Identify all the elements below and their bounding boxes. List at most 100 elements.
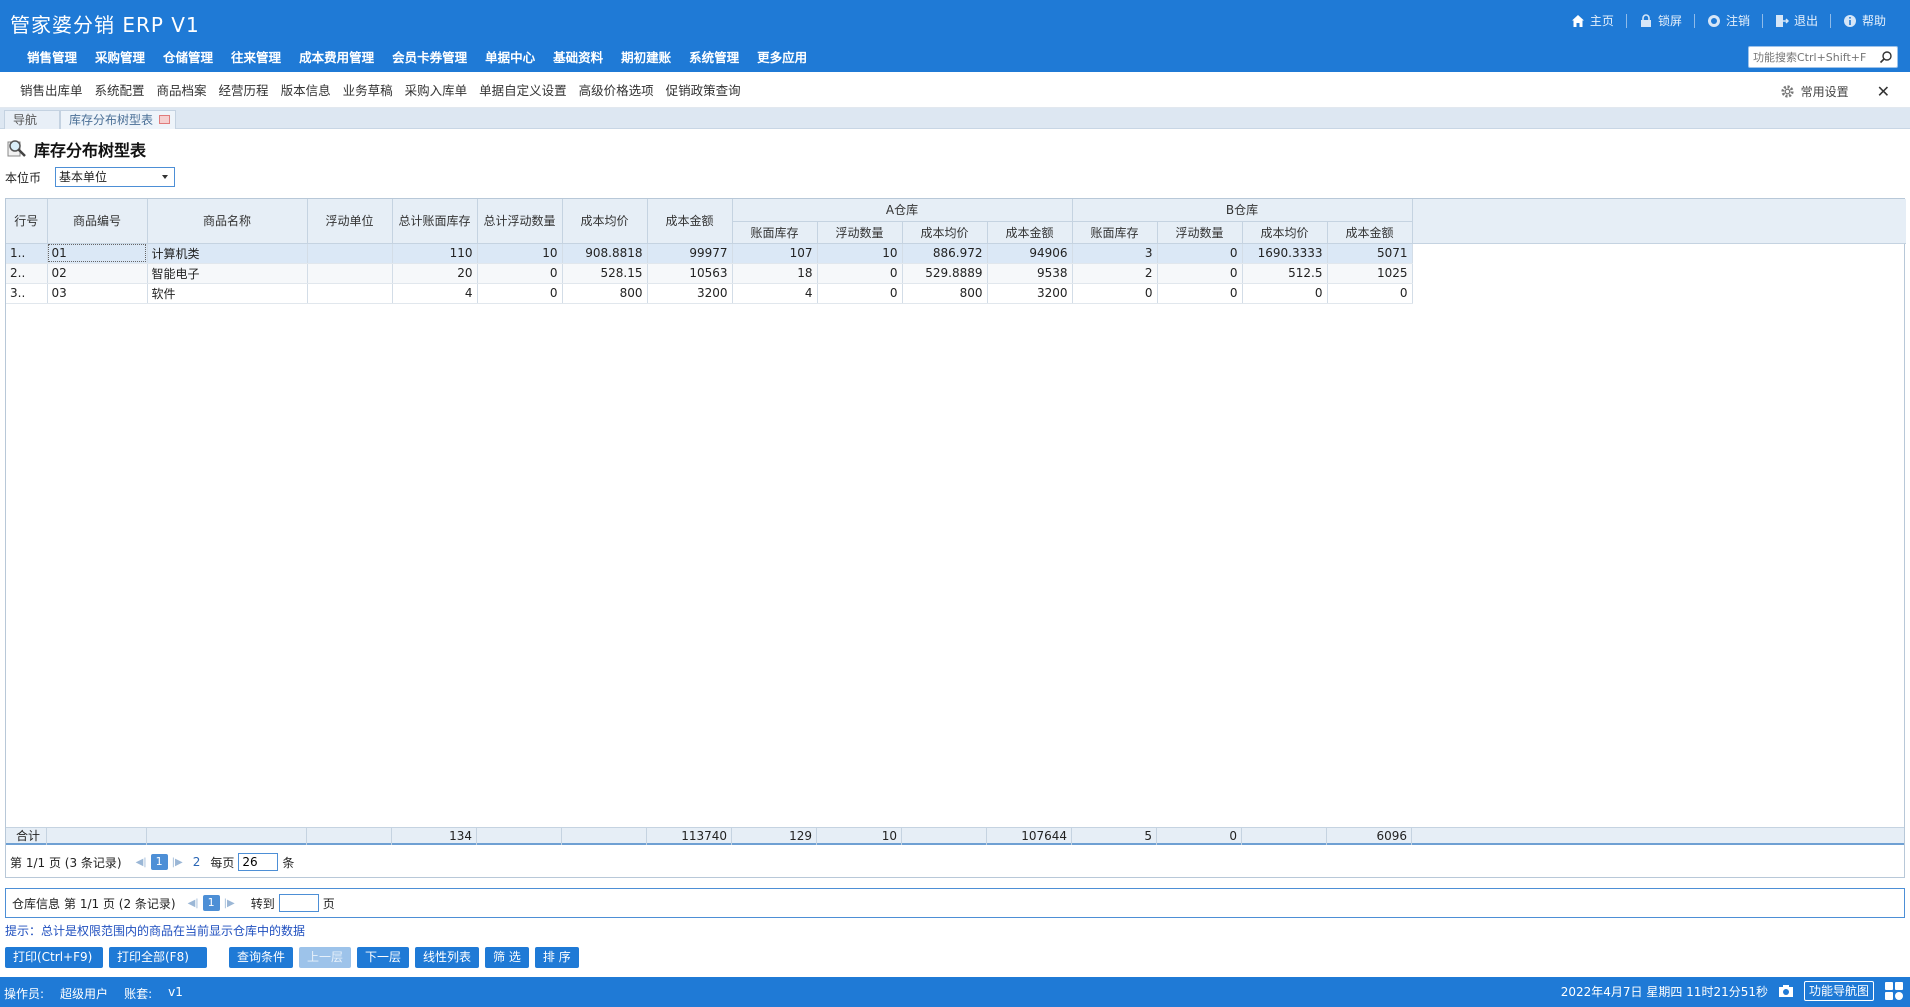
cell-a-avg[interactable]: 886.972 [902,243,988,264]
up-level-button[interactable]: 上一层 [299,947,352,968]
menu-cost[interactable]: 成本费用管理 [290,48,383,68]
first-page-icon[interactable]: ◀| [188,898,199,909]
cell-b-stock[interactable]: 3 [1072,243,1158,264]
cell-a-float[interactable]: 0 [817,283,903,304]
grid-apps-icon[interactable] [1884,981,1904,1001]
col-header-row-no[interactable]: 行号 [6,199,48,244]
menu-member[interactable]: 会员卡券管理 [383,48,476,68]
col-header-total-float[interactable]: 总计浮动数量 [477,199,563,244]
cell-a-float[interactable]: 0 [817,263,903,284]
search-icon[interactable] [1879,50,1893,64]
lock-screen-button[interactable]: 锁屏 [1627,12,1694,29]
cell-a-amount[interactable]: 94906 [987,243,1073,264]
quick-link-doc-custom[interactable]: 单据自定义设置 [473,80,573,99]
cell-float-unit[interactable] [307,283,393,304]
close-icon[interactable]: ✕ [1877,82,1890,101]
cell-b-float[interactable]: 0 [1157,263,1243,284]
cell-a-stock[interactable]: 4 [732,283,818,304]
goto-page-input[interactable] [278,894,319,912]
menu-sales[interactable]: 销售管理 [18,48,86,68]
cell-b-avg[interactable]: 0 [1242,283,1328,304]
cell-total-float[interactable]: 0 [477,283,563,304]
pager-page-2[interactable]: 2 [193,855,201,869]
exit-button[interactable]: 退出 [1763,12,1830,29]
home-button[interactable]: 主页 [1559,12,1626,29]
menu-initial[interactable]: 期初建账 [612,48,680,68]
col-header-cost-amount[interactable]: 成本金额 [647,199,733,244]
cell-cost-amount[interactable]: 3200 [647,283,733,304]
cell-total-stock[interactable]: 20 [392,263,478,284]
cell-avg-cost[interactable]: 908.8818 [562,243,648,264]
cell-code[interactable]: 03 [47,283,148,304]
cell-total-stock[interactable]: 4 [392,283,478,304]
menu-system[interactable]: 系统管理 [680,48,748,68]
menu-more[interactable]: 更多应用 [748,48,816,68]
gear-icon[interactable] [1780,84,1795,99]
first-page-icon[interactable]: ◀| [136,857,147,868]
quick-link-promotion[interactable]: 促销政策查询 [660,80,747,99]
table-row[interactable]: 3.. 03 软件 4 0 800 3200 4 0 800 3200 0 0 … [6,283,1413,304]
col-header-b-float[interactable]: 浮动数量 [1157,221,1243,244]
col-header-a-amount[interactable]: 成本金额 [987,221,1073,244]
cell-a-amount[interactable]: 3200 [987,283,1073,304]
cell-avg-cost[interactable]: 800 [562,283,648,304]
col-header-a-float[interactable]: 浮动数量 [817,221,903,244]
cell-b-stock[interactable]: 0 [1072,283,1158,304]
tab-close-icon[interactable] [159,115,170,124]
query-conditions-button[interactable]: 查询条件 [229,947,294,968]
col-header-b-avg[interactable]: 成本均价 [1242,221,1328,244]
quick-settings-label[interactable]: 常用设置 [1801,83,1849,100]
col-header-float-unit[interactable]: 浮动单位 [307,199,393,244]
col-header-a-avg[interactable]: 成本均价 [902,221,988,244]
last-page-icon[interactable]: |▶ [224,898,235,909]
cell-name[interactable]: 软件 [147,283,308,304]
logout-button[interactable]: 注销 [1695,12,1762,29]
menu-documents[interactable]: 单据中心 [476,48,544,68]
col-header-total-stock[interactable]: 总计账面库存 [392,199,478,244]
cell-avg-cost[interactable]: 528.15 [562,263,648,284]
cell-name[interactable]: 计算机类 [147,243,308,264]
menu-storage[interactable]: 仓储管理 [154,48,222,68]
warehouse-current-page[interactable]: 1 [202,895,220,911]
cell-total-stock[interactable]: 110 [392,243,478,264]
quick-link-history[interactable]: 经营历程 [213,80,275,99]
print-button[interactable]: 打印(Ctrl+F9) [5,947,103,968]
cell-cost-amount[interactable]: 99977 [647,243,733,264]
print-all-button[interactable]: 打印全部(F8) [109,947,207,968]
cell-a-amount[interactable]: 9538 [987,263,1073,284]
quick-link-system-config[interactable]: 系统配置 [89,80,151,99]
cell-a-avg[interactable]: 800 [902,283,988,304]
pager-current-page[interactable]: 1 [150,854,168,870]
menu-basic-data[interactable]: 基础资料 [544,48,612,68]
cell-b-amount[interactable]: 1025 [1327,263,1413,284]
last-page-icon[interactable]: |▶ [172,857,183,868]
quick-link-purchase-in[interactable]: 采购入库单 [399,80,474,99]
col-header-name[interactable]: 商品名称 [147,199,308,244]
cell-code[interactable]: 02 [47,263,148,284]
quick-link-product-archive[interactable]: 商品档案 [151,80,213,99]
col-header-a-stock[interactable]: 账面库存 [732,221,818,244]
help-button[interactable]: 帮助 [1831,12,1898,29]
tab-navigation[interactable]: 导航 [4,110,60,129]
cell-b-float[interactable]: 0 [1157,283,1243,304]
cell-code[interactable]: 01 [47,243,148,264]
per-page-input[interactable] [238,853,279,871]
col-header-b-stock[interactable]: 账面库存 [1072,221,1158,244]
filter-button[interactable]: 筛 选 [485,947,529,968]
cell-b-float[interactable]: 0 [1157,243,1243,264]
menu-accounts[interactable]: 往来管理 [222,48,290,68]
cell-float-unit[interactable] [307,263,393,284]
function-search-input[interactable] [1749,47,1873,67]
menu-purchase[interactable]: 采购管理 [86,48,154,68]
unit-select[interactable]: 基本单位 [55,167,176,187]
sort-button[interactable]: 排 序 [534,947,579,968]
cell-total-float[interactable]: 10 [477,243,563,264]
quick-link-version[interactable]: 版本信息 [275,80,337,99]
down-level-button[interactable]: 下一层 [357,947,410,968]
quick-link-price-options[interactable]: 高级价格选项 [573,80,660,99]
quick-link-sales-out[interactable]: 销售出库单 [14,80,89,99]
cell-float-unit[interactable] [307,243,393,264]
cell-b-stock[interactable]: 2 [1072,263,1158,284]
cell-total-float[interactable]: 0 [477,263,563,284]
cell-b-amount[interactable]: 5071 [1327,243,1413,264]
